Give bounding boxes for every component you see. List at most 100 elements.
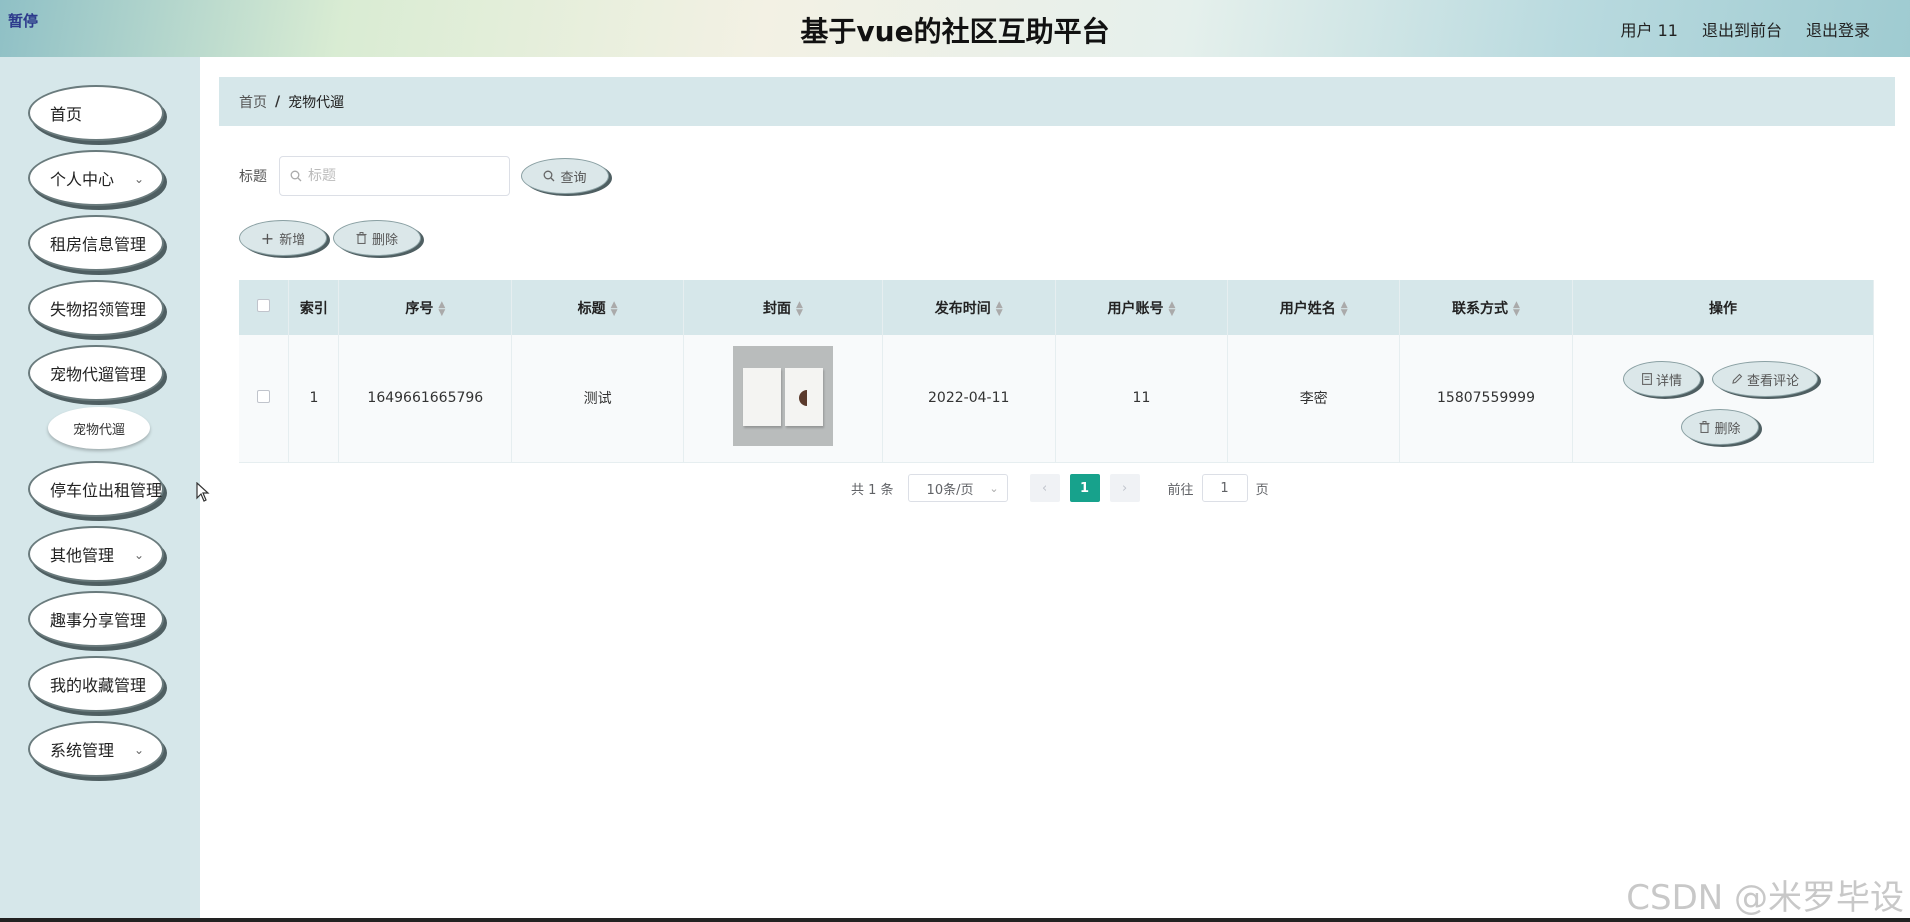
col-publish-time[interactable]: 发布时间 ▲ ▼ [882, 280, 1056, 335]
search-label: 标题 [239, 169, 267, 185]
back-to-front-link[interactable]: 退出到前台 [1702, 17, 1782, 41]
sidebar-item-pet-walking[interactable]: 宠物代遛管理 [28, 345, 164, 401]
search-button-label: 查询 [560, 170, 587, 186]
col-index-label: 索引 [299, 300, 328, 317]
col-publish-time-label: 发布时间 [934, 300, 991, 317]
sidebar-item-label: 系统管理 [50, 741, 115, 760]
page-number-current[interactable]: 1 [1069, 474, 1100, 502]
col-name-label: 用户姓名 [1279, 300, 1336, 317]
select-all-cell [239, 280, 290, 335]
sidebar-item-label: 失物招领管理 [50, 300, 147, 319]
add-button[interactable]: + 新增 [239, 220, 327, 256]
sidebar-item-label: 其他管理 [50, 546, 115, 565]
col-title[interactable]: 标题 ▲ ▼ [511, 280, 684, 335]
add-button-label: 新增 [279, 232, 306, 248]
trash-icon [356, 232, 367, 244]
row-delete-button-label: 删除 [1714, 421, 1741, 437]
sidebar-item-label: 个人中心 [50, 170, 115, 189]
sidebar-item-favorites[interactable]: 我的收藏管理 [28, 656, 164, 712]
breadcrumb-current: 宠物代遛 [288, 94, 345, 111]
cell-contact: 15807559999 [1399, 335, 1573, 463]
cell-index: 1 [288, 335, 340, 463]
sort-icon[interactable]: ▲ ▼ [996, 300, 1003, 317]
view-comments-button-label: 查看评论 [1746, 373, 1799, 389]
chevron-down-icon: ⌄ [133, 172, 144, 186]
pagination: 共 1 条 10条/页 ⌄ ‹ 1 › 前往 页 [851, 474, 1269, 502]
search-icon [290, 170, 302, 182]
cell-title: 测试 [511, 335, 684, 463]
logout-link[interactable]: 退出登录 [1806, 17, 1870, 41]
col-serial-label: 序号 [405, 300, 434, 317]
select-all-checkbox[interactable] [257, 299, 271, 312]
sort-icon[interactable]: ▲ ▼ [611, 300, 618, 317]
sidebar-item-fun-share[interactable]: 趣事分享管理 [28, 591, 164, 647]
breadcrumb-separator: / [275, 93, 281, 110]
sidebar-item-rental[interactable]: 租房信息管理 [28, 215, 164, 271]
sort-icon[interactable]: ▲ ▼ [1513, 300, 1520, 317]
watermark: CSDN @米罗毕设 [1626, 878, 1904, 918]
col-contact[interactable]: 联系方式 ▲ ▼ [1399, 280, 1573, 335]
cover-image[interactable] [732, 346, 833, 447]
page-size-select[interactable]: 10条/页 ⌄ [907, 474, 1008, 502]
data-table: 索引 序号 ▲ ▼ 标题 ▲ ▼ 封面 ▲ ▼ 发布时间 ▲ ▼ 用户账号 ▲ ▼ 用户姓名 ▲ ▼ 联… [239, 280, 1875, 463]
sidebar-item-home[interactable]: 首页 [28, 85, 164, 141]
sidebar-item-label: 我的收藏管理 [50, 676, 147, 695]
cell-publish-time: 2022-04-11 [882, 335, 1056, 463]
header-actions: 用户 11 退出到前台 退出登录 [1621, 17, 1870, 41]
goto-prefix: 前往 [1167, 482, 1194, 498]
col-cover[interactable]: 封面 ▲ ▼ [683, 280, 883, 335]
sidebar: 首页 个人中心 ⌄ 租房信息管理 失物招领管理 宠物代遛管理 宠物代遛 停车位出租… [0, 57, 200, 922]
prev-page-button[interactable]: ‹ [1029, 474, 1060, 502]
chevron-right-icon: › [1121, 480, 1128, 496]
sidebar-item-label: 首页 [50, 105, 83, 124]
breadcrumb-home[interactable]: 首页 [239, 92, 267, 112]
sort-icon[interactable]: ▲ ▼ [1341, 300, 1348, 317]
document-icon [1642, 373, 1652, 386]
sidebar-item-other[interactable]: 其他管理 ⌄ [28, 526, 164, 582]
sidebar-item-label: 宠物代遛管理 [50, 365, 147, 384]
user-label: 用户 11 [1620, 21, 1678, 40]
cell-actions: 详情 查看评论 删除 [1572, 335, 1875, 463]
cell-serial: 1649661665796 [338, 335, 513, 463]
cell-cover [683, 335, 883, 463]
delete-button[interactable]: 删除 [333, 220, 421, 256]
row-checkbox[interactable] [257, 389, 271, 403]
chevron-down-icon: ⌄ [133, 548, 144, 562]
sidebar-item-personal-center[interactable]: 个人中心 ⌄ [28, 150, 164, 206]
sidebar-item-label: 租房信息管理 [50, 235, 147, 254]
sort-icon[interactable]: ▲ ▼ [438, 300, 445, 317]
col-cover-label: 封面 [762, 300, 791, 317]
sidebar-item-parking[interactable]: 停车位出租管理 [28, 461, 164, 517]
sort-icon[interactable]: ▲ ▼ [796, 300, 803, 317]
col-serial[interactable]: 序号 ▲ ▼ [338, 280, 513, 335]
next-page-button[interactable]: › [1109, 474, 1140, 502]
sidebar-item-lost-found[interactable]: 失物招领管理 [28, 280, 164, 336]
bottom-border [0, 918, 1910, 922]
sidebar-item-label: 停车位出租管理 [50, 481, 163, 500]
row-delete-button[interactable]: 删除 [1680, 409, 1759, 446]
search-input[interactable] [308, 168, 488, 184]
search-field[interactable] [279, 156, 510, 196]
trash-icon [1699, 421, 1710, 434]
col-account[interactable]: 用户账号 ▲ ▼ [1055, 280, 1229, 335]
sort-icon[interactable]: ▲ ▼ [1169, 300, 1176, 317]
table-header-row: 索引 序号 ▲ ▼ 标题 ▲ ▼ 封面 ▲ ▼ 发布时间 ▲ ▼ 用户账号 ▲ ▼ 用户姓名 ▲ ▼ 联… [239, 280, 1875, 335]
search-bar: 标题 [239, 156, 510, 196]
top-header: 暂停 基于vue的社区互助平台 用户 11 退出到前台 退出登录 [0, 0, 1910, 57]
cell-account: 11 [1055, 335, 1229, 463]
sidebar-item-system[interactable]: 系统管理 ⌄ [28, 721, 164, 777]
col-actions: 操作 [1572, 280, 1875, 335]
view-comments-button[interactable]: 查看评论 [1711, 361, 1818, 398]
col-contact-label: 联系方式 [1452, 300, 1509, 317]
row-select-cell [239, 335, 290, 463]
chevron-left-icon: ‹ [1041, 480, 1048, 496]
col-name[interactable]: 用户姓名 ▲ ▼ [1227, 280, 1401, 335]
row-actions: 详情 查看评论 删除 [1573, 343, 1873, 453]
search-button[interactable]: 查询 [521, 158, 609, 194]
col-title-label: 标题 [577, 300, 606, 317]
search-icon [544, 170, 555, 182]
detail-button[interactable]: 详情 [1622, 361, 1701, 398]
submenu-item-pet-walking[interactable]: 宠物代遛 [48, 407, 150, 449]
chevron-down-icon: ⌄ [133, 743, 144, 757]
goto-page-input[interactable] [1201, 474, 1248, 502]
